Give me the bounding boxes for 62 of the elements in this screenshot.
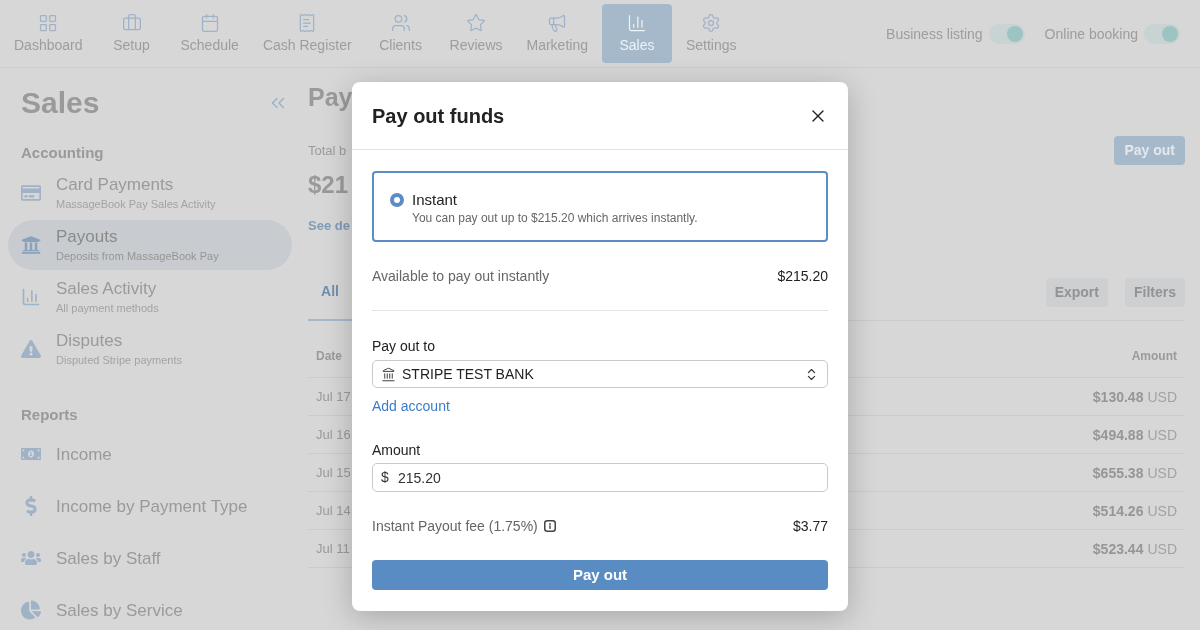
bar-chart-icon (21, 287, 41, 307)
dialog-title: Pay out funds (372, 103, 505, 129)
bank-account-select[interactable]: STRIPE TEST BANK (372, 360, 828, 388)
balance-label: Total b (308, 143, 347, 159)
toggle-label: Online booking (1044, 24, 1138, 43)
field-label: Pay out to (372, 337, 436, 356)
details-link[interactable]: See de (308, 217, 350, 235)
table-cell: Jul 11 (316, 539, 350, 558)
grid-icon (38, 13, 59, 33)
column-header: Amount (1131, 348, 1177, 364)
nav-tab[interactable]: Dashboard (4, 4, 93, 63)
bar-chart-icon (626, 13, 647, 33)
balance-amount: $21 (308, 170, 349, 200)
nav-tab[interactable]: Setup (96, 4, 167, 63)
nav-tab[interactable]: Sales (601, 4, 672, 63)
toggle-switch[interactable] (988, 23, 1025, 44)
currency-prefix: $ (381, 468, 389, 486)
bank-icon (21, 235, 41, 255)
available-amount: $215.20 (777, 267, 828, 286)
bank-icon (381, 366, 396, 382)
pie-chart-icon (21, 600, 41, 620)
briefcase-icon (121, 13, 142, 33)
nav-tab[interactable]: Clients (365, 4, 436, 63)
calendar-icon (199, 13, 220, 33)
column-header: Date (316, 348, 342, 364)
credit-card-icon (21, 183, 41, 203)
field-label: Amount (372, 441, 421, 460)
nav-tab[interactable]: Schedule (170, 4, 249, 63)
warning-icon (21, 339, 41, 359)
nav-tab[interactable]: Marketing (516, 4, 598, 63)
section-heading: Reports (20, 405, 79, 425)
option-label: Instant (412, 190, 459, 210)
nav-tab[interactable]: Reviews (439, 4, 513, 63)
available-label: Available to pay out instantly (372, 267, 550, 286)
toggle-switch[interactable] (1144, 23, 1180, 44)
radio-icon[interactable] (390, 193, 404, 207)
table-cell: Jul 15 (316, 463, 351, 482)
add-account-link[interactable]: Add account (372, 396, 450, 416)
payout-option[interactable]: Instant You can pay out up to $215.20 which arrives instantly. (372, 171, 828, 242)
sidebar-title: Sales (21, 85, 100, 121)
people-icon (21, 548, 41, 568)
pay-out-submit-button[interactable]: Pay out (372, 560, 828, 590)
table-cell: Jul 14 (316, 501, 351, 520)
fee-amount: $3.77 (792, 517, 828, 536)
toggle-label: Business listing (886, 24, 983, 43)
option-description: You can pay out up to $215.20 which arrives instantly. (412, 210, 698, 226)
action-button[interactable]: Export (1045, 278, 1108, 307)
table-cell: Jul 17 (316, 387, 351, 406)
sidebar-item[interactable]: Payouts Deposits from MassageBook Pay (8, 220, 292, 270)
megaphone-icon (547, 13, 568, 33)
settings-icon (701, 13, 722, 33)
table-cell: Jul 16 (316, 425, 351, 444)
section-heading: Accounting (20, 143, 105, 163)
fee-label: Instant Payout fee (1.75%) (372, 517, 538, 536)
page-title: Pay (308, 82, 353, 113)
people-icon (390, 13, 411, 33)
info-icon[interactable] (543, 520, 556, 532)
nav-tab[interactable]: Settings (675, 4, 747, 63)
action-button[interactable]: Filters (1125, 278, 1185, 307)
pay-out-button[interactable]: Pay out (1114, 136, 1185, 165)
nav-tab[interactable]: Cash Register (252, 4, 362, 63)
star-icon (466, 13, 487, 33)
